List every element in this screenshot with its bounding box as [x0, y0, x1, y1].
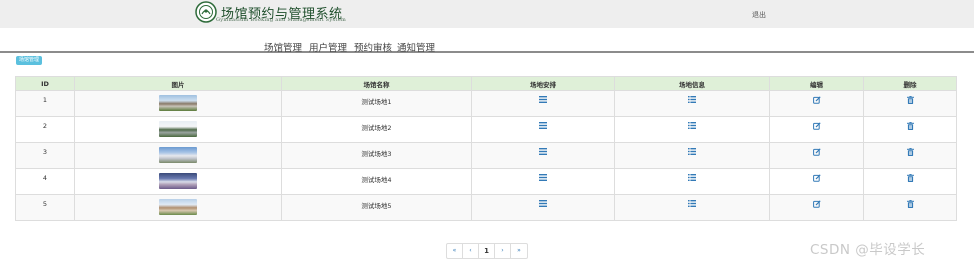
cell-delete: [863, 116, 957, 143]
cell-id: 1: [15, 90, 75, 117]
nav-item-notice-management[interactable]: 通知管理: [397, 40, 435, 54]
cell-schedule: [471, 168, 615, 195]
list-details-icon[interactable]: [688, 174, 696, 181]
venue-thumbnail: [159, 199, 197, 215]
edit-icon[interactable]: [812, 96, 821, 104]
venue-thumbnail: [159, 121, 197, 137]
pagination-last[interactable]: »: [511, 244, 527, 258]
cell-edit: [769, 116, 864, 143]
trash-icon[interactable]: [906, 96, 914, 104]
column-header-image: 图片: [74, 76, 282, 91]
column-header-delete: 删除: [863, 76, 957, 91]
column-header-id: ID: [15, 76, 75, 91]
cell-id: 5: [15, 194, 75, 221]
table-row: 5 测试场地5: [15, 194, 957, 221]
table-row: 3 测试场地3: [15, 142, 957, 169]
list-details-icon[interactable]: [688, 200, 696, 207]
cell-schedule: [471, 142, 615, 169]
column-header-schedule: 场地安排: [471, 76, 615, 91]
venue-thumbnail: [159, 95, 197, 111]
cell-image: [74, 168, 282, 195]
edit-icon[interactable]: [812, 174, 821, 182]
cell-edit: [769, 168, 864, 195]
cell-id: 4: [15, 168, 75, 195]
cell-delete: [863, 90, 957, 117]
logo-icon: [195, 1, 217, 23]
list-details-icon[interactable]: [688, 122, 696, 129]
list-icon[interactable]: [539, 200, 547, 207]
pagination-first[interactable]: «: [447, 244, 463, 258]
table-header-row: ID 图片 场馆名称 场地安排 场地信息 编辑 删除: [15, 76, 957, 91]
venue-table: ID 图片 场馆名称 场地安排 场地信息 编辑 删除 1 测试场地1 2 测试场地2 3…: [15, 76, 957, 221]
pagination-prev[interactable]: ‹: [463, 244, 479, 258]
cell-info: [614, 90, 770, 117]
cell-edit: [769, 90, 864, 117]
cell-image: [74, 194, 282, 221]
site-subtitle: Gymnasium Booking and Management System: [216, 17, 347, 23]
trash-icon[interactable]: [906, 148, 914, 156]
logout-link[interactable]: 退出: [752, 10, 766, 20]
cell-delete: [863, 194, 957, 221]
nav-item-user-management[interactable]: 用户管理: [309, 40, 347, 54]
cell-info: [614, 194, 770, 221]
cell-edit: [769, 142, 864, 169]
pagination: « ‹ 1 › »: [446, 243, 528, 259]
column-header-name: 场馆名称: [281, 76, 472, 91]
table-row: 1 测试场地1: [15, 90, 957, 117]
pagination-current-page[interactable]: 1: [479, 244, 495, 258]
edit-icon[interactable]: [812, 122, 821, 130]
cell-info: [614, 168, 770, 195]
list-details-icon[interactable]: [688, 96, 696, 103]
pagination-next[interactable]: ›: [495, 244, 511, 258]
column-header-edit: 编辑: [769, 76, 864, 91]
cell-id: 3: [15, 142, 75, 169]
list-icon[interactable]: [539, 148, 547, 155]
nav-item-venue-management[interactable]: 场馆管理: [264, 40, 302, 54]
cell-schedule: [471, 90, 615, 117]
cell-name: 测试场地1: [281, 90, 472, 117]
top-bar: 场馆预约与管理系统 Gymnasium Booking and Manageme…: [0, 0, 974, 28]
list-details-icon[interactable]: [688, 148, 696, 155]
nav-item-booking-review[interactable]: 预约审核: [354, 40, 392, 54]
section-badge: 场馆管理: [16, 56, 43, 65]
edit-icon[interactable]: [812, 200, 821, 208]
venue-thumbnail: [159, 173, 197, 189]
csdn-watermark: CSDN @毕设学长: [810, 242, 926, 258]
edit-icon[interactable]: [812, 148, 821, 156]
trash-icon[interactable]: [906, 200, 914, 208]
table-row: 4 测试场地4: [15, 168, 957, 195]
cell-name: 测试场地2: [281, 116, 472, 143]
cell-image: [74, 142, 282, 169]
trash-icon[interactable]: [906, 122, 914, 130]
trash-icon[interactable]: [906, 174, 914, 182]
cell-info: [614, 116, 770, 143]
cell-id: 2: [15, 116, 75, 143]
cell-edit: [769, 194, 864, 221]
column-header-info: 场地信息: [614, 76, 770, 91]
list-icon[interactable]: [539, 96, 547, 103]
table-row: 2 测试场地2: [15, 116, 957, 143]
cell-delete: [863, 142, 957, 169]
cell-schedule: [471, 194, 615, 221]
cell-info: [614, 142, 770, 169]
list-icon[interactable]: [539, 122, 547, 129]
list-icon[interactable]: [539, 174, 547, 181]
cell-image: [74, 90, 282, 117]
main-nav: 场馆管理 用户管理 预约审核 通知管理: [0, 28, 974, 54]
cell-name: 测试场地3: [281, 142, 472, 169]
venue-thumbnail: [159, 147, 197, 163]
cell-schedule: [471, 116, 615, 143]
cell-name: 测试场地5: [281, 194, 472, 221]
cell-delete: [863, 168, 957, 195]
cell-name: 测试场地4: [281, 168, 472, 195]
cell-image: [74, 116, 282, 143]
